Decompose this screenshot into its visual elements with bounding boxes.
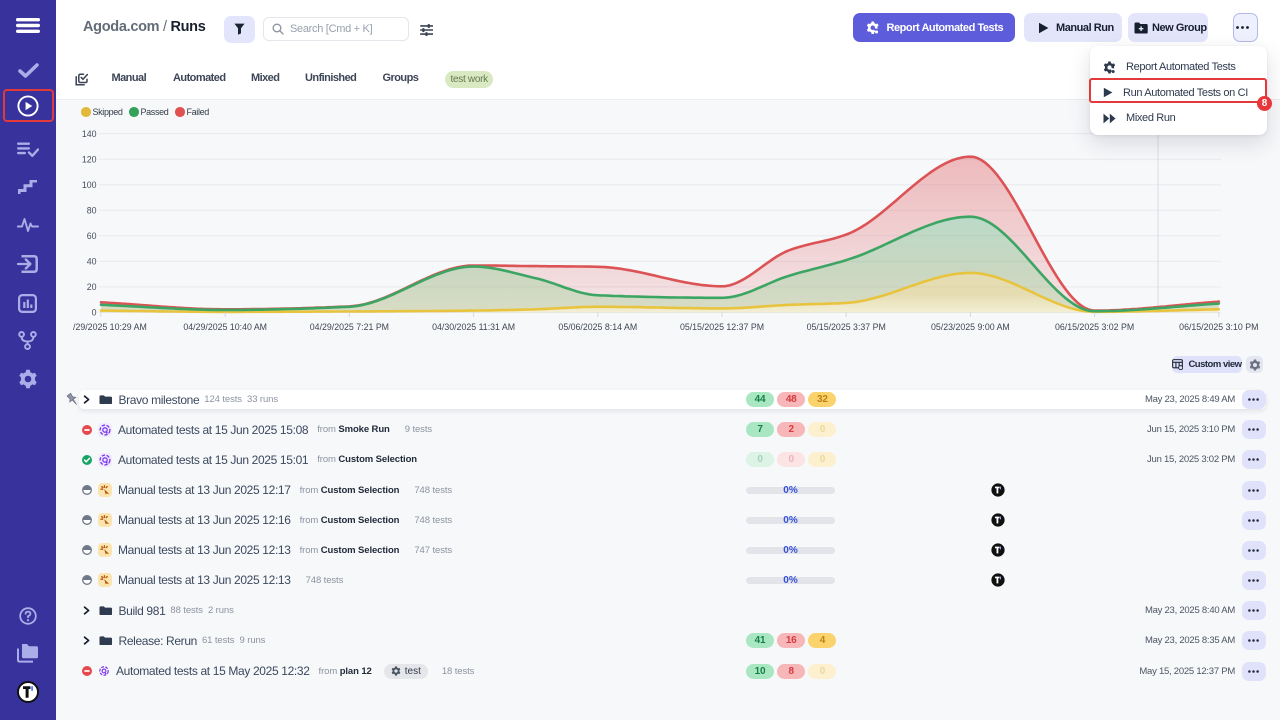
svg-text:04/29/2025 10:40 AM: 04/29/2025 10:40 AM (183, 322, 267, 332)
svg-text:100: 100 (82, 180, 97, 190)
svg-text:60: 60 (87, 231, 97, 241)
svg-text:140: 140 (82, 129, 97, 139)
svg-text:05/15/2025 12:37 PM: 05/15/2025 12:37 PM (680, 322, 764, 332)
svg-text:20: 20 (87, 282, 97, 292)
svg-text:/29/2025 10:29 AM: /29/2025 10:29 AM (73, 322, 147, 332)
svg-text:05/23/2025 9:00 AM: 05/23/2025 9:00 AM (931, 322, 1010, 332)
svg-text:06/15/2025 3:02 PM: 06/15/2025 3:02 PM (1055, 322, 1134, 332)
svg-text:04/30/2025 11:31 AM: 04/30/2025 11:31 AM (432, 322, 515, 332)
svg-text:05/06/2025 8:14 AM: 05/06/2025 8:14 AM (558, 322, 637, 332)
svg-text:120: 120 (82, 154, 97, 164)
svg-text:04/29/2025 7:21 PM: 04/29/2025 7:21 PM (310, 322, 389, 332)
svg-text:05/15/2025 3:37 PM: 05/15/2025 3:37 PM (807, 322, 886, 332)
svg-text:0: 0 (92, 308, 97, 318)
svg-text:80: 80 (87, 206, 97, 216)
svg-text:06/15/2025 3:10 PM: 06/15/2025 3:10 PM (1179, 322, 1258, 332)
svg-text:40: 40 (87, 257, 97, 267)
